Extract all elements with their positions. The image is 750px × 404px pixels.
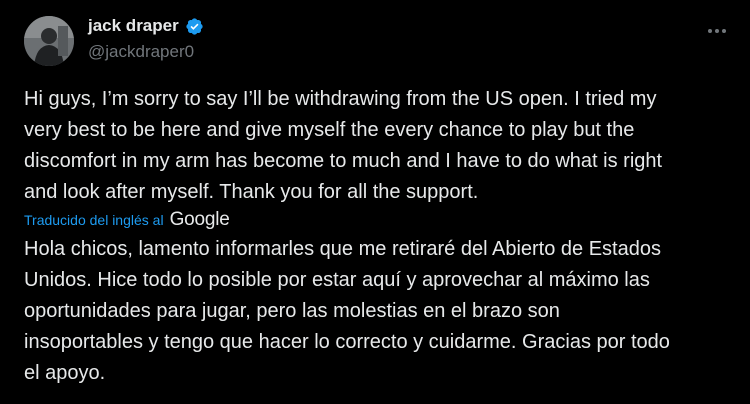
avatar-photo-icon [24,16,74,66]
tweet-card: jack draper @jackdraper0 Hi guys, I’m so… [0,0,750,404]
translation-attribution: Traducido del inglés al Google [24,209,230,231]
translation-label[interactable]: Traducido del inglés al [24,212,164,228]
tweet-text: Hi guys, I’m sorry to say I’ll be withdr… [24,88,663,203]
verified-badge-icon[interactable] [185,17,204,36]
translated-text: Hola chicos, lamento informarles que me … [24,238,670,384]
more-options-icon[interactable] [706,20,728,42]
author-handle[interactable]: @jackdraper0 [88,42,194,62]
avatar[interactable] [24,16,74,66]
author-name-row: jack draper [88,16,204,36]
display-name[interactable]: jack draper [88,16,179,36]
google-logo: Google [169,209,230,230]
